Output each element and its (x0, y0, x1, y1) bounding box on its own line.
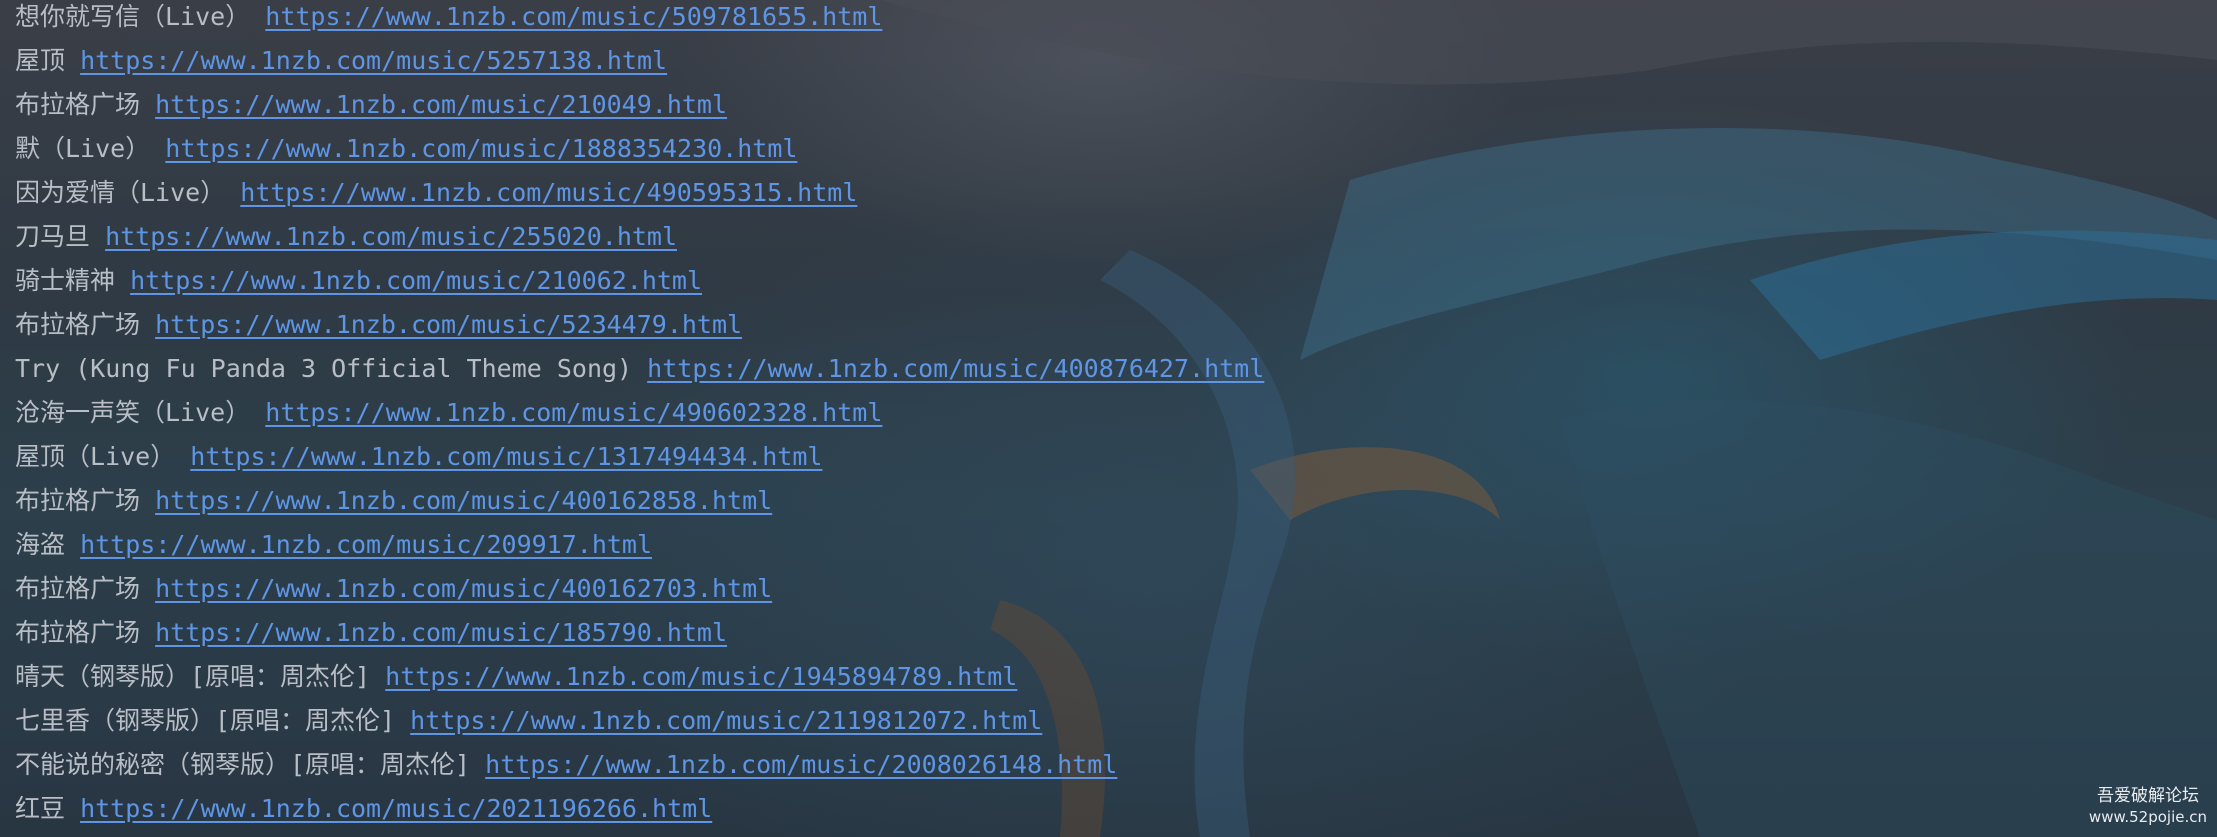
console-line: 海盗 https://www.1nzb.com/music/209917.htm… (15, 528, 2165, 572)
song-title: 红豆 (15, 794, 66, 823)
song-link[interactable]: https://www.1nzb.com/music/2119812072.ht… (410, 706, 1042, 735)
console-line: 红豆 https://www.1nzb.com/music/2021196266… (15, 792, 2165, 836)
song-title: 骑士精神 (15, 266, 116, 295)
console-line: 想你就写信（Live） https://www.1nzb.com/music/5… (15, 0, 2165, 44)
song-link[interactable]: https://www.1nzb.com/music/2008026148.ht… (485, 750, 1117, 779)
song-title: 布拉格广场 (15, 486, 141, 515)
song-link[interactable]: https://www.1nzb.com/music/1945894789.ht… (385, 662, 1017, 691)
console-line: 布拉格广场 https://www.1nzb.com/music/210049.… (15, 88, 2165, 132)
song-link[interactable]: https://www.1nzb.com/music/400876427.htm… (647, 354, 1264, 383)
console-line: 布拉格广场 https://www.1nzb.com/music/5234479… (15, 308, 2165, 352)
song-link[interactable]: https://www.1nzb.com/music/1888354230.ht… (165, 134, 797, 163)
song-link[interactable]: https://www.1nzb.com/music/490595315.htm… (240, 178, 857, 207)
console-line: 默（Live） https://www.1nzb.com/music/18883… (15, 132, 2165, 176)
song-link[interactable]: https://www.1nzb.com/music/255020.html (105, 222, 677, 251)
console-line: 骑士精神 https://www.1nzb.com/music/210062.h… (15, 264, 2165, 308)
song-title: 屋顶 (15, 46, 66, 75)
song-link[interactable]: https://www.1nzb.com/music/5234479.html (155, 310, 742, 339)
song-link[interactable]: https://www.1nzb.com/music/209917.html (80, 530, 652, 559)
console-line: 屋顶（Live） https://www.1nzb.com/music/1317… (15, 440, 2165, 484)
song-title: 刀马旦 (15, 222, 91, 251)
song-link[interactable]: https://www.1nzb.com/music/210049.html (155, 90, 727, 119)
console-output: 想你就写信（Live） https://www.1nzb.com/music/5… (15, 0, 2165, 836)
song-title: 布拉格广场 (15, 574, 141, 603)
song-title: 七里香（钢琴版）[原唱：周杰伦] (15, 706, 396, 735)
song-link[interactable]: https://www.1nzb.com/music/509781655.htm… (265, 2, 882, 31)
console-line: 布拉格广场 https://www.1nzb.com/music/4001627… (15, 572, 2165, 616)
site-watermark: 吾爱破解论坛 www.52pojie.cn (2089, 785, 2207, 827)
song-link[interactable]: https://www.1nzb.com/music/490602328.htm… (265, 398, 882, 427)
console-line: 晴天（钢琴版）[原唱：周杰伦] https://www.1nzb.com/mus… (15, 660, 2165, 704)
song-link[interactable]: https://www.1nzb.com/music/400162703.htm… (155, 574, 772, 603)
song-title: 默（Live） (15, 134, 151, 163)
song-title: 布拉格广场 (15, 618, 141, 647)
song-title: 海盗 (15, 530, 66, 559)
console-line: 屋顶 https://www.1nzb.com/music/5257138.ht… (15, 44, 2165, 88)
console-line: 布拉格广场 https://www.1nzb.com/music/4001628… (15, 484, 2165, 528)
song-link[interactable]: https://www.1nzb.com/music/400162858.htm… (155, 486, 772, 515)
watermark-site-url: www.52pojie.cn (2088, 808, 2207, 826)
song-title: 布拉格广场 (15, 310, 141, 339)
console-line: 七里香（钢琴版）[原唱：周杰伦] https://www.1nzb.com/mu… (15, 704, 2165, 748)
console-line: 因为爱情（Live） https://www.1nzb.com/music/49… (15, 176, 2165, 220)
song-link[interactable]: https://www.1nzb.com/music/185790.html (155, 618, 727, 647)
song-link[interactable]: https://www.1nzb.com/music/1317494434.ht… (190, 442, 822, 471)
song-link[interactable]: https://www.1nzb.com/music/210062.html (130, 266, 702, 295)
watermark-site-name: 吾爱破解论坛 (2096, 786, 2199, 806)
console-line: 不能说的秘密（钢琴版）[原唱：周杰伦] https://www.1nzb.com… (15, 748, 2165, 792)
song-title: 想你就写信（Live） (15, 2, 251, 31)
song-title: 晴天（钢琴版）[原唱：周杰伦] (15, 662, 371, 691)
song-link[interactable]: https://www.1nzb.com/music/2021196266.ht… (80, 794, 712, 823)
song-title: 不能说的秘密（钢琴版）[原唱：周杰伦] (15, 750, 471, 779)
song-title: 布拉格广场 (15, 90, 141, 119)
console-line: 刀马旦 https://www.1nzb.com/music/255020.ht… (15, 220, 2165, 264)
song-title: 沧海一声笑（Live） (15, 398, 251, 427)
song-title: Try (Kung Fu Panda 3 Official Theme Song… (15, 354, 633, 383)
console-line: 沧海一声笑（Live） https://www.1nzb.com/music/4… (15, 396, 2165, 440)
console-line: Try (Kung Fu Panda 3 Official Theme Song… (15, 352, 2165, 396)
song-title: 屋顶（Live） (15, 442, 176, 471)
song-title: 因为爱情（Live） (15, 178, 226, 207)
song-link[interactable]: https://www.1nzb.com/music/5257138.html (80, 46, 667, 75)
console-line: 布拉格广场 https://www.1nzb.com/music/185790.… (15, 616, 2165, 660)
